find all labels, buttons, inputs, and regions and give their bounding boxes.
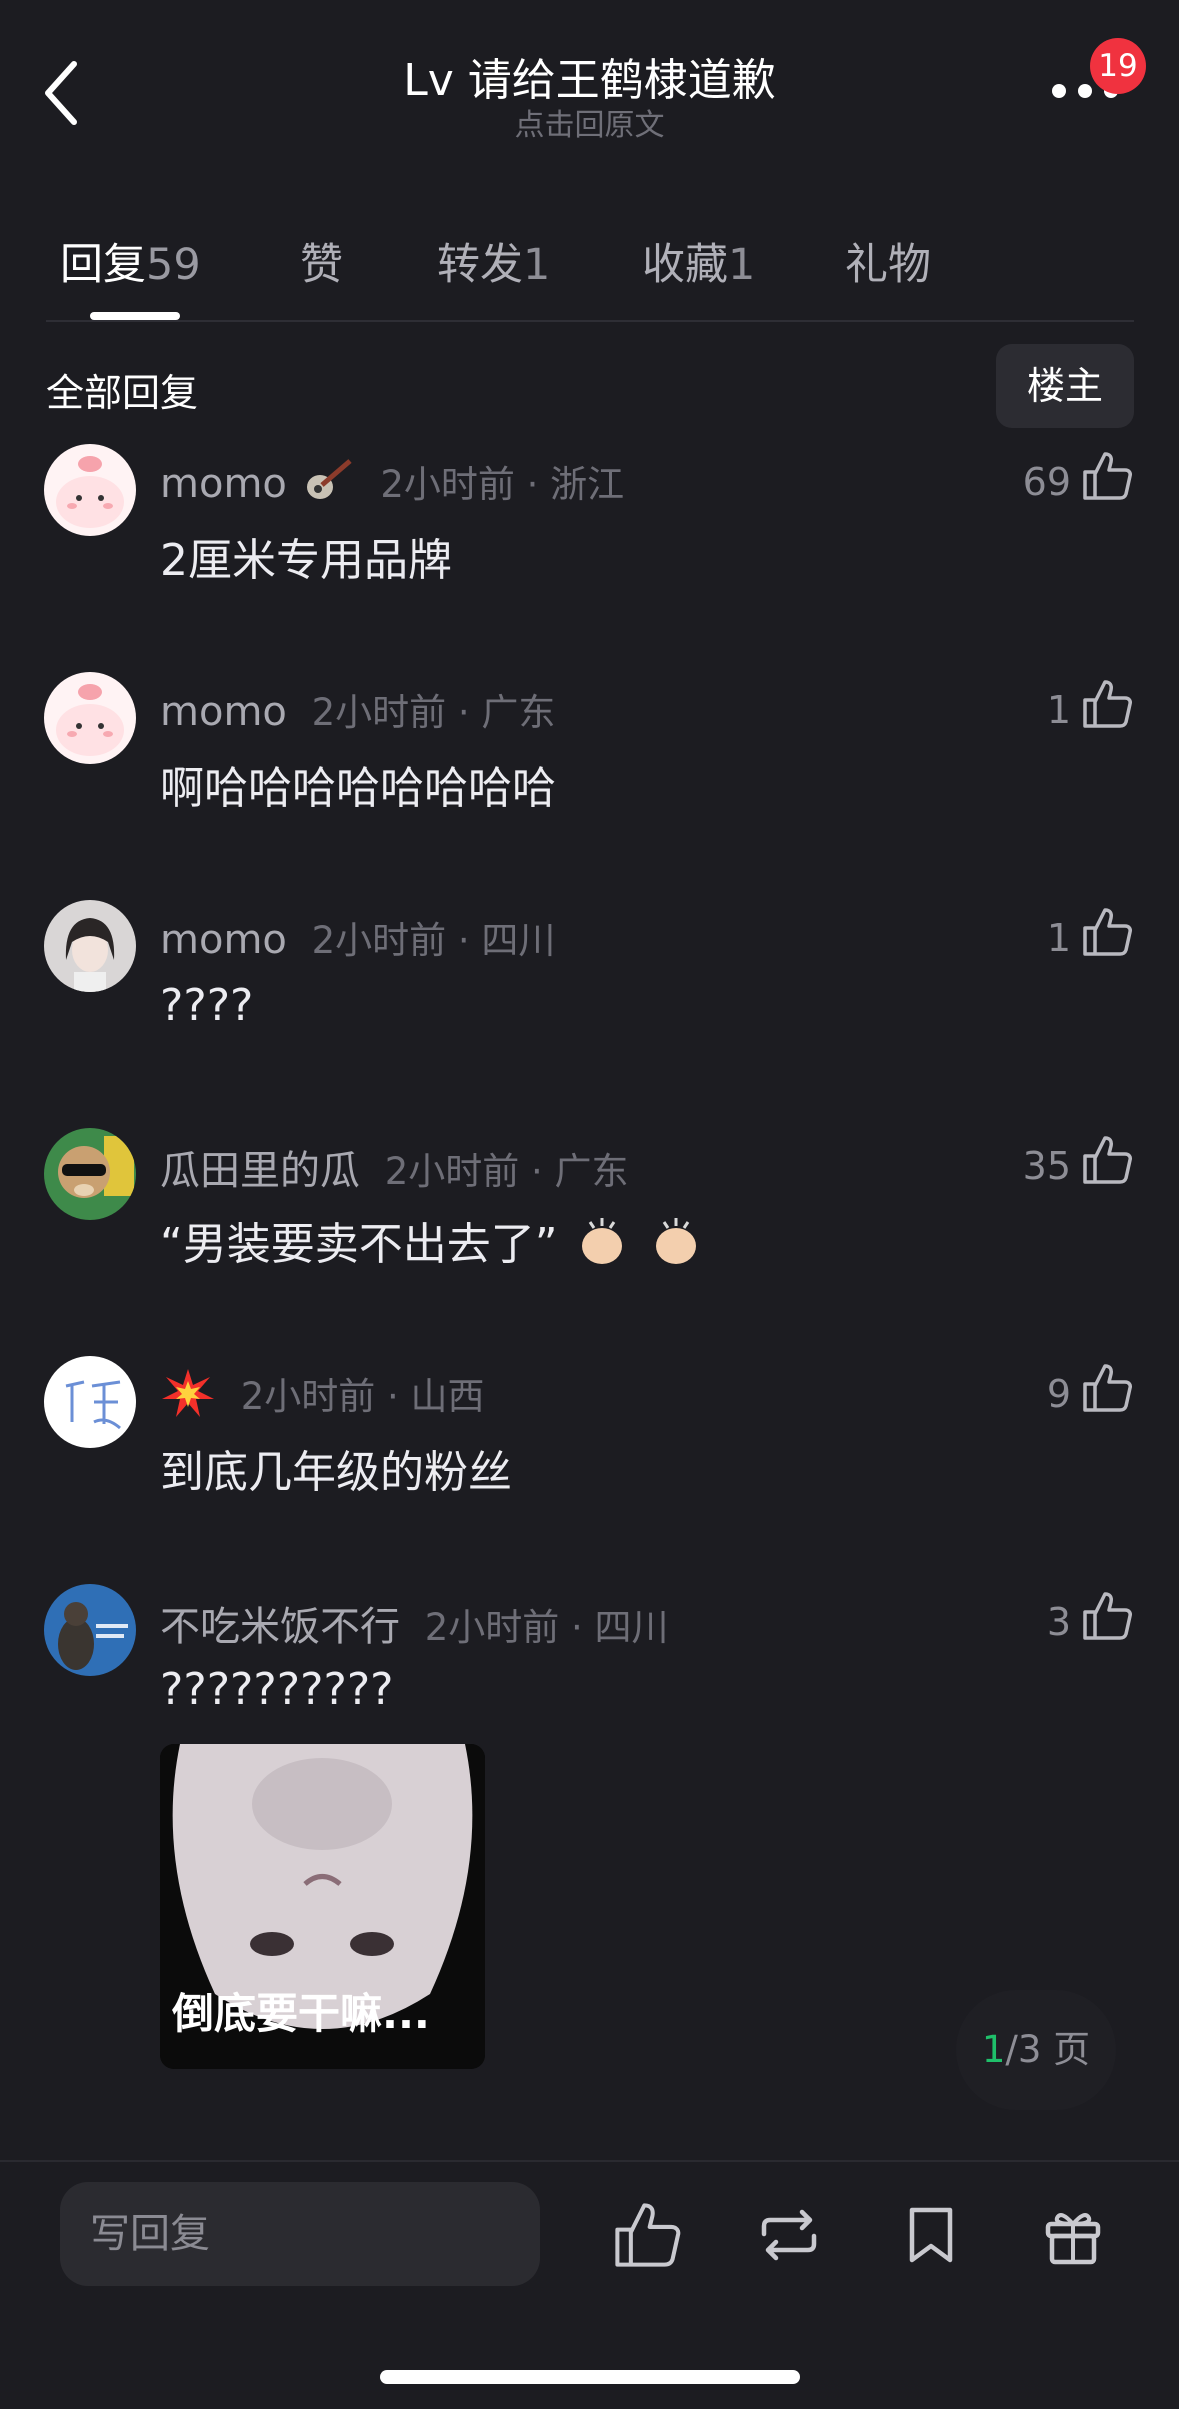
tab-favorites[interactable]: 收藏1	[642, 230, 755, 292]
username[interactable]: momo	[160, 917, 287, 963]
like-post-button[interactable]	[612, 2200, 682, 2270]
tab-reposts[interactable]: 转发1	[437, 230, 550, 292]
bookmark-button[interactable]	[896, 2200, 966, 2270]
like-count: 1	[1046, 688, 1071, 732]
avatar[interactable]	[44, 1584, 136, 1676]
thumbs-up-icon	[1083, 908, 1132, 956]
repost-button[interactable]	[754, 2200, 824, 2270]
comment-text: “男装要卖不出去了”	[160, 1208, 706, 1281]
like-count: 69	[1022, 460, 1071, 504]
active-tab-indicator	[90, 312, 180, 320]
top-bar: Lv 请给王鹤棣道歉 点击回原文 19	[0, 0, 1179, 190]
comment-time: 2小时前 · 广东	[384, 1150, 629, 1193]
comment-image[interactable]: 倒底要干嘛...	[160, 1744, 485, 2069]
clapping-hands-icon	[646, 1214, 706, 1281]
thumbs-up-icon	[1083, 680, 1132, 728]
all-replies-label[interactable]: 全部回复	[46, 362, 198, 417]
thumbs-up-icon	[1083, 452, 1132, 500]
avatar[interactable]	[44, 444, 136, 536]
pipa-icon	[300, 457, 356, 515]
comment-text: ??????????	[160, 1664, 394, 1715]
like-count: 35	[1022, 1144, 1071, 1188]
collision-icon	[160, 1367, 216, 1429]
comment-time: 2小时前 · 浙江	[380, 463, 625, 506]
thumbs-up-icon	[1083, 1136, 1132, 1184]
like-count: 1	[1046, 916, 1071, 960]
divider	[46, 320, 1134, 322]
comment-meta: 不吃米饭不行 2小时前 · 四川	[160, 1594, 669, 1652]
tab-bar: 回复59 赞 转发1 收藏1 礼物	[0, 220, 1179, 320]
comment-meta: momo 2小时前 · 四川	[160, 910, 555, 964]
repost-icon	[761, 2209, 817, 2261]
bookmark-icon	[909, 2207, 953, 2263]
thumbs-up-icon	[615, 2203, 681, 2267]
comment-meta: 2小时前 · 山西	[160, 1366, 485, 1429]
comment-meta: 瓜田里的瓜 2小时前 · 广东	[160, 1138, 629, 1196]
page-indicator[interactable]: 1/3 页	[956, 1990, 1116, 2110]
comment-text: 啊哈哈哈哈哈哈哈哈	[160, 763, 556, 814]
owner-only-button[interactable]: 楼主	[996, 344, 1134, 428]
like-count: 3	[1046, 1600, 1071, 1644]
avatar[interactable]	[44, 900, 136, 992]
username[interactable]: 不吃米饭不行	[160, 1604, 400, 1650]
comment-time: 2小时前 · 广东	[311, 691, 556, 734]
more-dots-icon	[1052, 84, 1066, 98]
reply-input[interactable]: 写回复	[60, 2182, 540, 2286]
tab-replies[interactable]: 回复59	[60, 230, 201, 292]
comment-time: 2小时前 · 四川	[424, 1606, 669, 1649]
gift-button[interactable]	[1038, 2200, 1108, 2270]
comment-text: 到底几年级的粉丝	[160, 1447, 512, 1498]
home-indicator[interactable]	[380, 2370, 800, 2384]
avatar[interactable]	[44, 1128, 136, 1220]
comment-time: 2小时前 · 山西	[240, 1375, 485, 1418]
image-caption: 倒底要干嘛...	[172, 1989, 430, 2038]
comment-meta: momo 2小时前 · 广东	[160, 682, 555, 736]
view-original-link[interactable]: 点击回原文	[0, 100, 1179, 144]
notification-badge: 19	[1090, 38, 1146, 94]
tab-gifts[interactable]: 礼物	[845, 230, 931, 292]
thumbs-up-icon	[1083, 1592, 1132, 1640]
comment-time: 2小时前 · 四川	[311, 919, 556, 962]
divider	[0, 2160, 1179, 2162]
username[interactable]: momo	[160, 461, 287, 507]
comment-text: 2厘米专用品牌	[160, 535, 452, 586]
like-count: 9	[1046, 1372, 1071, 1416]
tab-likes[interactable]: 赞	[300, 230, 343, 292]
username[interactable]: 瓜田里的瓜	[160, 1148, 360, 1194]
comment-text: ????	[160, 980, 254, 1031]
gift-icon	[1045, 2213, 1101, 2265]
username[interactable]: momo	[160, 689, 287, 735]
clapping-hands-icon	[572, 1214, 632, 1281]
avatar[interactable]	[44, 672, 136, 764]
thumbs-up-icon	[1083, 1364, 1132, 1412]
post-title[interactable]: Lv 请给王鹤棣道歉	[0, 44, 1179, 108]
comment-meta: momo 2小时前 · 浙江	[160, 454, 624, 515]
avatar[interactable]	[44, 1356, 136, 1448]
